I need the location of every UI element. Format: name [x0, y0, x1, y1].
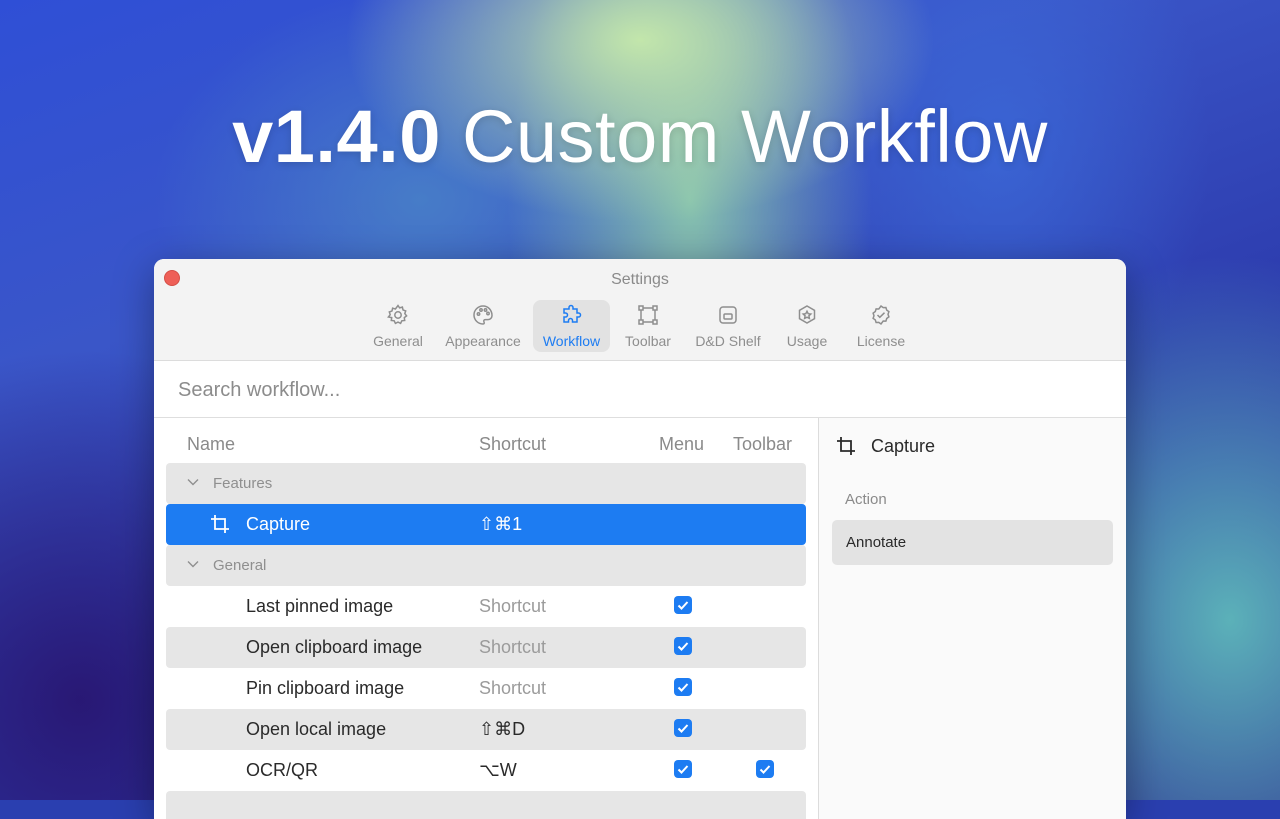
tab-toolbar[interactable]: Toolbar: [617, 300, 679, 352]
row-shortcut[interactable]: ⌥W: [479, 760, 517, 781]
tab-usage-label: Usage: [786, 333, 828, 349]
table-row[interactable]: Pin clipboard image Shortcut: [166, 668, 806, 709]
row-name: Open clipboard image: [246, 637, 423, 657]
column-header-shortcut[interactable]: Shortcut: [479, 434, 546, 455]
tab-workflow[interactable]: Workflow: [533, 300, 610, 352]
column-header-menu[interactable]: Menu: [659, 434, 704, 455]
row-shortcut[interactable]: Shortcut: [479, 596, 546, 617]
puzzle-icon: [533, 300, 610, 333]
tab-dd-shelf-label: D&D Shelf: [695, 333, 761, 349]
crop-icon: [836, 436, 856, 461]
tab-license-label: License: [856, 333, 906, 349]
table-row[interactable]: OCR/QR ⌥W: [166, 750, 806, 791]
action-item-annotate[interactable]: Annotate: [832, 520, 1113, 565]
row-name: Pin clipboard image: [246, 678, 405, 698]
action-item-label: Annotate: [846, 534, 907, 551]
table-row[interactable]: [166, 791, 806, 819]
window-title: Settings: [611, 271, 669, 288]
tab-appearance-label: Appearance: [445, 333, 521, 349]
toolbar-checkbox[interactable]: [756, 760, 774, 778]
tab-toolbar-label: Toolbar: [625, 333, 671, 349]
table-row-capture[interactable]: Capture ⇧⌘1: [166, 504, 806, 545]
menu-checkbox[interactable]: [674, 760, 692, 778]
palette-icon: [440, 300, 526, 333]
detail-title: Capture: [871, 436, 936, 456]
detail-pane: Capture Action Annotate: [818, 418, 1126, 819]
group-label: Features: [213, 475, 273, 492]
row-name: Capture: [246, 514, 311, 534]
menu-checkbox[interactable]: [674, 719, 692, 737]
row-name: OCR/QR: [246, 760, 318, 780]
table-row[interactable]: Open clipboard image Shortcut: [166, 627, 806, 668]
shelf-icon: [688, 300, 768, 333]
tab-appearance[interactable]: Appearance: [440, 300, 526, 352]
menu-checkbox[interactable]: [674, 678, 692, 696]
headline-title: Custom Workflow: [461, 95, 1048, 178]
tab-general[interactable]: General: [367, 300, 429, 352]
settings-window: Settings General Appearance Workflow Too…: [154, 259, 1126, 819]
action-section-label: Action: [845, 491, 887, 508]
group-label: General: [213, 557, 267, 574]
workflow-list: Name Shortcut Menu Toolbar Features Capt…: [154, 418, 818, 819]
tab-license[interactable]: License: [848, 300, 914, 352]
tab-workflow-label: Workflow: [542, 333, 601, 349]
table-row[interactable]: Open local image ⇧⌘D: [166, 709, 806, 750]
badge-check-icon: [848, 300, 914, 333]
settings-tabs: General Appearance Workflow Toolbar D&D …: [154, 300, 1126, 352]
titlebar: Settings General Appearance Workflow Too…: [154, 259, 1126, 361]
toolbar-frame-icon: [617, 300, 679, 333]
menu-checkbox[interactable]: [674, 637, 692, 655]
headline-version: v1.4.0: [232, 95, 441, 178]
gear-icon: [367, 300, 429, 333]
table-row[interactable]: Last pinned image Shortcut: [166, 586, 806, 627]
tab-usage[interactable]: Usage: [778, 300, 836, 352]
crop-icon: [210, 514, 230, 539]
menu-checkbox[interactable]: [674, 596, 692, 614]
chevron-down-icon[interactable]: [186, 557, 200, 575]
group-row-features[interactable]: Features: [166, 463, 806, 504]
workflow-content: Name Shortcut Menu Toolbar Features Capt…: [154, 418, 1126, 819]
workflow-rows: Features Capture ⇧⌘1 General Last pinned…: [166, 463, 806, 819]
row-name: Open local image: [246, 719, 387, 739]
column-header-toolbar[interactable]: Toolbar: [733, 434, 792, 455]
headline: v1.4.0 Custom Workflow: [0, 92, 1280, 182]
row-shortcut[interactable]: Shortcut: [479, 637, 546, 658]
row-shortcut[interactable]: Shortcut: [479, 678, 546, 699]
tab-dd-shelf[interactable]: D&D Shelf: [688, 300, 768, 352]
tab-general-label: General: [373, 333, 423, 349]
chevron-down-icon[interactable]: [186, 475, 200, 493]
row-shortcut[interactable]: ⇧⌘D: [479, 719, 525, 740]
badge-star-icon: [778, 300, 836, 333]
search-input[interactable]: [176, 375, 780, 405]
column-header-name[interactable]: Name: [187, 434, 235, 455]
group-row-general[interactable]: General: [166, 545, 806, 586]
search-bar: [154, 361, 1126, 418]
row-name: Last pinned image: [246, 596, 394, 616]
row-shortcut[interactable]: ⇧⌘1: [479, 514, 522, 535]
